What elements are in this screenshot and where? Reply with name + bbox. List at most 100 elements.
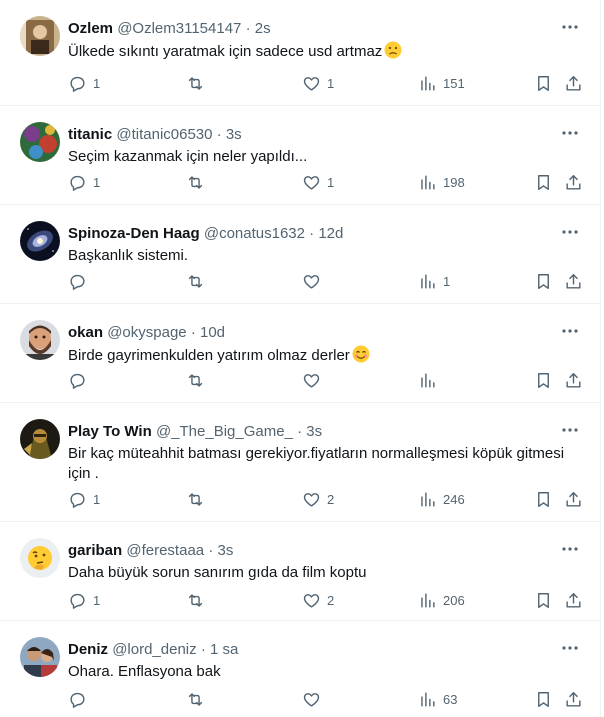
tweet[interactable]: Ozlem @Ozlem31154147 · 2s Ülkede sıkıntı… [0,0,600,106]
views-button[interactable]: 246 [418,487,465,511]
view-count: 1 [443,273,451,289]
user-handle[interactable]: @lord_deniz [112,641,196,658]
display-name[interactable]: okan [68,324,103,341]
timestamp[interactable]: 3s [217,542,233,559]
like-button[interactable]: 1 [302,170,334,194]
reply-button[interactable] [68,269,93,293]
more-options-icon[interactable] [560,420,580,440]
view-count: 198 [443,174,465,190]
display-name[interactable]: Deniz [68,641,108,658]
share-button[interactable] [564,71,583,95]
tweet-header: Deniz @lord_deniz · 1 sa [68,640,238,660]
avatar[interactable] [20,16,60,56]
tweet-text: Ülkede sıkıntı yaratmak için sadece usd … [68,41,588,62]
more-options-icon[interactable] [560,539,580,559]
avatar[interactable] [20,320,60,360]
timestamp[interactable]: 12d [318,225,343,242]
reply-button[interactable]: 1 [68,487,100,511]
timestamp[interactable]: 3s [226,126,242,143]
more-options-icon[interactable] [560,321,580,341]
retweet-button[interactable] [186,71,211,95]
more-options-icon[interactable] [560,638,580,658]
views-button[interactable] [418,368,443,392]
display-name[interactable]: Ozlem [68,20,113,37]
bookmark-button[interactable] [534,269,553,293]
tweet[interactable]: Deniz @lord_deniz · 1 sa Ohara. Enflasyo… [0,621,600,717]
display-name[interactable]: Spinoza-Den Haag [68,225,200,242]
like-button[interactable]: 2 [302,588,334,612]
retweet-button[interactable] [186,687,211,711]
views-button[interactable]: 1 [418,269,450,293]
separator-dot: · [245,20,251,37]
bookmark-button[interactable] [534,170,553,194]
tweet[interactable]: Play To Win @_The_Big_Game_ · 3s Bir kaç… [0,403,600,522]
avatar[interactable] [20,122,60,162]
retweet-button[interactable] [186,368,211,392]
bookmark-button[interactable] [534,588,553,612]
views-button[interactable]: 198 [418,170,465,194]
tweet-header: titanic @titanic06530 · 3s [68,125,242,145]
user-handle[interactable]: @titanic06530 [116,126,212,143]
heart-icon [303,373,320,388]
reply-button[interactable] [68,368,93,392]
avatar[interactable] [20,419,60,459]
views-button[interactable]: 206 [418,588,465,612]
share-button[interactable] [564,687,583,711]
more-options-icon[interactable] [560,123,580,143]
more-options-icon[interactable] [560,222,580,242]
like-button[interactable]: 1 [302,71,334,95]
reply-button[interactable]: 1 [68,71,100,95]
retweet-button[interactable] [186,588,211,612]
like-button[interactable]: 2 [302,487,334,511]
tweet[interactable]: gariban @ferestaaa · 3s Daha büyük sorun… [0,522,600,621]
share-button[interactable] [564,269,583,293]
reply-button[interactable]: 1 [68,170,100,194]
tweet-text: Bir kaç müteahhit batması gerekiyor.fiya… [68,444,588,484]
retweet-button[interactable] [186,487,211,511]
timestamp[interactable]: 3s [306,423,322,440]
retweet-button[interactable] [186,170,211,194]
like-count: 1 [327,75,335,91]
reply-button[interactable]: 1 [68,588,100,612]
separator-dot: · [208,542,214,559]
share-button[interactable] [564,170,583,194]
tweet[interactable]: okan @okyspage · 10d Birde gayrimenkulde… [0,304,600,403]
share-button[interactable] [564,588,583,612]
display-name[interactable]: titanic [68,126,112,143]
user-handle[interactable]: @conatus1632 [204,225,305,242]
avatar[interactable] [20,538,60,578]
timestamp[interactable]: 1 sa [210,641,238,658]
timestamp[interactable]: 2s [255,20,271,37]
reply-button[interactable] [68,687,93,711]
bookmark-button[interactable] [534,368,553,392]
like-button[interactable] [302,687,327,711]
like-button[interactable] [302,368,327,392]
user-handle[interactable]: @Ozlem31154147 [117,20,241,37]
display-name[interactable]: gariban [68,542,122,559]
bookmark-icon [538,592,549,608]
like-button[interactable] [302,269,327,293]
reply-icon [70,175,85,191]
reply-icon [70,692,85,708]
bookmark-button[interactable] [534,487,553,511]
tweet[interactable]: titanic @titanic06530 · 3s Seçim kazanma… [0,106,600,205]
separator-dot: · [216,126,222,143]
tweet-text: Daha büyük sorun sanırım gıda da film ko… [68,563,588,583]
retweet-button[interactable] [186,269,211,293]
timestamp[interactable]: 10d [200,324,225,341]
bookmark-button[interactable] [534,687,553,711]
display-name[interactable]: Play To Win [68,423,152,440]
user-handle[interactable]: @_The_Big_Game_ [156,423,293,440]
bookmark-button[interactable] [534,71,553,95]
more-options-icon[interactable] [560,17,580,37]
avatar[interactable] [20,637,60,677]
share-button[interactable] [564,368,583,392]
avatar[interactable] [20,221,60,261]
user-handle[interactable]: @ferestaaa [126,542,204,559]
views-button[interactable]: 63 [418,687,457,711]
tweet[interactable]: Spinoza-Den Haag @conatus1632 · 12d Başk… [0,205,600,304]
share-button[interactable] [564,487,583,511]
user-handle[interactable]: @okyspage [107,324,186,341]
like-count: 1 [327,174,335,190]
views-button[interactable]: 151 [418,71,465,95]
